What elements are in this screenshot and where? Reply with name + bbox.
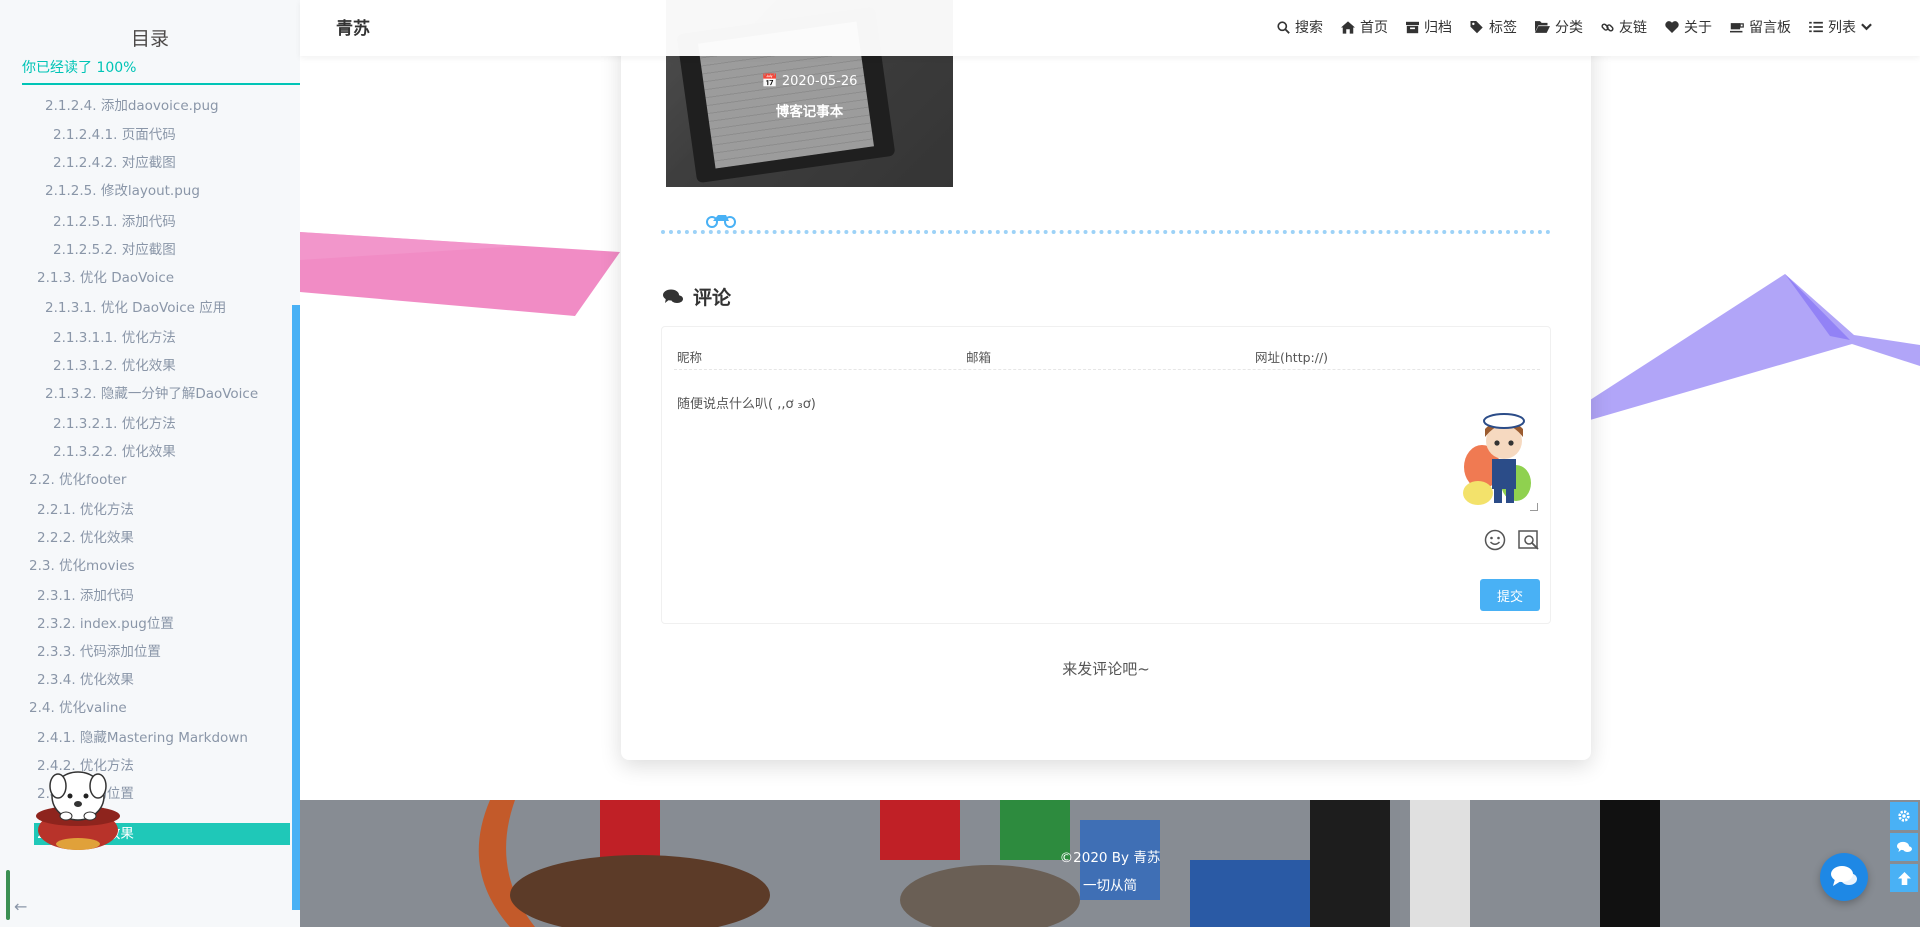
toc-item[interactable]: 2.1.2.4.1. 页面代码	[53, 124, 176, 146]
comments-icon	[1896, 841, 1912, 852]
comment-form: 昵称 邮箱 网址(http://) 随便说点什么叭( ,,ơ ₃ơ) 提交	[661, 326, 1551, 624]
toc-item[interactable]: 2.2. 优化footer	[29, 469, 126, 491]
email-input[interactable]: 邮箱	[966, 347, 1236, 366]
toc-item[interactable]: 2.3.2. index.pug位置	[37, 613, 174, 635]
nav-tags[interactable]: 标签	[1470, 17, 1517, 37]
heart-icon	[1665, 21, 1679, 33]
toc-item[interactable]: 2.1.3.2. 隐藏一分钟了解DaoVoice	[45, 383, 258, 405]
daovoice-chat-button[interactable]	[1820, 853, 1868, 901]
toc-item[interactable]: 2.1.2.5.1. 添加代码	[53, 211, 176, 233]
nav-guestbook[interactable]: 留言板	[1730, 17, 1791, 37]
site-brand[interactable]: 青苏	[336, 14, 370, 39]
nav-links[interactable]: 友链	[1601, 17, 1647, 37]
comments-heading-text: 评论	[693, 287, 732, 309]
toc-item[interactable]: 2.1.3.1.1. 优化方法	[53, 327, 176, 349]
toc-item[interactable]: 2.1.3.2.1. 优化方法	[53, 413, 176, 435]
no-comments-message: 来发评论吧~	[1062, 660, 1150, 678]
toc-item[interactable]: 2.4.1. 隐藏Mastering Markdown	[37, 727, 248, 749]
dotted-divider	[661, 230, 1551, 234]
footer-motto: 一切从简	[1083, 878, 1137, 894]
toc-item[interactable]: 2.3.1. 添加代码	[37, 585, 134, 607]
post-card: 📅 2020-05-26 博客记事本 评论 昵称 邮箱 网址(http://) …	[621, 0, 1591, 760]
toc-item[interactable]: 2.1.3.1. 优化 DaoVoice 应用	[45, 297, 226, 319]
nav-list[interactable]: 列表	[1809, 17, 1872, 37]
toc-item[interactable]: 2.4. 优化valine	[29, 697, 127, 719]
folder-open-icon	[1535, 21, 1550, 33]
nav-home[interactable]: 首页	[1341, 17, 1388, 37]
anime-girl-image	[1463, 413, 1531, 505]
nav-label: 分类	[1555, 20, 1583, 36]
toc-item[interactable]: 2.1.2.4. 添加daovoice.pug	[45, 95, 219, 117]
link-icon	[1601, 22, 1614, 32]
toc-item[interactable]: 2.3.4. 优化效果	[37, 669, 134, 691]
toc-item[interactable]: 2.1.3. 优化 DaoVoice	[37, 267, 174, 289]
toc-title: 目录	[130, 28, 169, 50]
related-post-title[interactable]: 博客记事本	[666, 100, 953, 120]
toc-item[interactable]: 2.2.2. 优化效果	[37, 527, 134, 549]
toc-scrollbar[interactable]	[292, 305, 300, 910]
motorcycle-icon	[706, 215, 736, 228]
post-date: 📅 2020-05-26	[666, 74, 953, 89]
side-indicator	[6, 870, 10, 920]
site-footer: ©2020 By 青苏 一切从简	[300, 800, 1920, 927]
list-icon	[1809, 21, 1823, 33]
toc-item[interactable]: 2.3. 优化movies	[29, 555, 135, 577]
url-input[interactable]: 网址(http://)	[1255, 347, 1535, 366]
comments-jump-button[interactable]	[1890, 833, 1918, 861]
nav-label: 友链	[1619, 20, 1647, 36]
textarea-resize-handle[interactable]	[1530, 503, 1538, 511]
nav-archive[interactable]: 归档	[1406, 17, 1452, 37]
coffee-icon	[1730, 23, 1744, 33]
submit-button[interactable]: 提交	[1480, 579, 1540, 611]
calendar-icon: 📅	[761, 74, 778, 89]
chevron-down-icon	[1861, 23, 1872, 31]
chat-icon	[1831, 866, 1857, 886]
arrow-left-icon[interactable]: ←	[14, 898, 32, 916]
search-icon	[1277, 20, 1290, 34]
comments-heading: 评论	[663, 283, 731, 310]
preview-icon[interactable]	[1518, 529, 1540, 551]
nav-label: 留言板	[1749, 20, 1791, 36]
settings-button[interactable]	[1890, 802, 1918, 830]
toc-item[interactable]: 2.1.2.5.2. 对应截图	[53, 239, 176, 261]
nav-menu: 搜索 首页 归档 标签 分类 友链 关于 留言板 列表	[1277, 17, 1872, 37]
mascot-dog-icon	[36, 771, 120, 850]
home-icon	[1341, 20, 1355, 34]
comments-icon	[663, 289, 683, 303]
reading-progress: 你已经读了 100%	[22, 60, 137, 76]
post-date-text: 2020-05-26	[781, 74, 858, 89]
top-navbar: 青苏 搜索 首页 归档 标签 分类 友链 关于 留言板 列表	[300, 0, 1920, 56]
nav-label: 搜索	[1295, 20, 1323, 36]
fields-divider	[674, 369, 1540, 370]
footer-copyright: ©2020 By 青苏	[1059, 850, 1161, 866]
nickname-input[interactable]: 昵称	[677, 347, 947, 366]
toc-item[interactable]: 2.1.3.2.2. 优化效果	[53, 441, 176, 463]
nav-label: 列表	[1828, 20, 1856, 36]
nav-label: 标签	[1489, 20, 1517, 36]
nav-label: 关于	[1684, 20, 1712, 36]
nav-label: 归档	[1424, 20, 1452, 36]
nav-search[interactable]: 搜索	[1277, 17, 1323, 37]
toc-item[interactable]: 2.1.2.5. 修改layout.pug	[45, 180, 200, 202]
tags-icon	[1470, 20, 1483, 33]
arrow-up-icon	[1897, 871, 1911, 885]
emoji-icon[interactable]	[1484, 529, 1506, 551]
toc-item[interactable]: 2.2.1. 优化方法	[37, 499, 134, 521]
toc-item[interactable]: 2.1.3.1.2. 优化效果	[53, 355, 176, 377]
gear-icon	[1898, 810, 1910, 822]
nav-about[interactable]: 关于	[1665, 17, 1712, 37]
toc-sidebar: 目录 你已经读了 100% 2.1.2.4. 添加daovoice.pug 2.…	[0, 0, 300, 927]
nav-categories[interactable]: 分类	[1535, 17, 1583, 37]
toc-item[interactable]: 2.1.2.4.2. 对应截图	[53, 152, 176, 174]
back-to-top-button[interactable]	[1890, 864, 1918, 892]
toc-item[interactable]: 2.3.3. 代码添加位置	[37, 641, 161, 663]
archive-icon	[1406, 21, 1419, 33]
reading-progress-bar	[22, 83, 300, 85]
comment-textarea[interactable]: 随便说点什么叭( ,,ơ ₃ơ)	[677, 393, 816, 412]
nav-label: 首页	[1360, 20, 1388, 36]
